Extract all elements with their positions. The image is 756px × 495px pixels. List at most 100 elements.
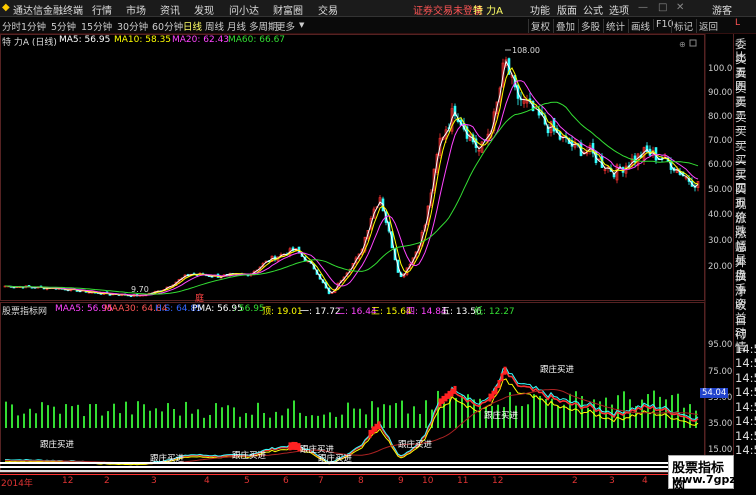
- ind-red-block: [368, 429, 372, 438]
- panel-mode-label: L: [735, 18, 741, 28]
- current-price-tag: 54.04: [700, 388, 729, 398]
- ind-green-bar: [287, 408, 289, 428]
- ind-green-bar: [299, 412, 301, 428]
- ind-green-bar: [173, 408, 175, 428]
- ind-green-bar: [671, 395, 673, 428]
- ind-green-bar: [101, 415, 103, 428]
- ind-green-bar: [23, 413, 25, 428]
- ind-green-bar: [413, 406, 415, 428]
- ind-green-bar: [359, 408, 361, 428]
- ind-green-bar: [209, 414, 211, 428]
- y-tick: 80.00: [708, 112, 733, 122]
- x-tick: 2014年: [1, 479, 33, 489]
- ind-red-block: [453, 385, 457, 394]
- y-tick: 70.00: [708, 136, 733, 146]
- quote-field-label: 14:5: [735, 356, 756, 370]
- ind-green-bar: [167, 403, 169, 428]
- x-tick: 2: [572, 476, 578, 486]
- ind-green-bar: [353, 408, 355, 428]
- quote-field-label: 14:5: [735, 428, 756, 443]
- ind-green-bar: [197, 409, 199, 428]
- ind-green-bar: [293, 400, 295, 428]
- y-tick: 20.00: [708, 262, 733, 272]
- ind-red-block: [491, 390, 495, 399]
- ind-green-bar: [47, 405, 49, 428]
- ind-red-block: [503, 366, 507, 375]
- y-tick: 30.00: [708, 236, 733, 246]
- ind-green-bar: [395, 403, 397, 428]
- bottom-stripe: [0, 470, 705, 472]
- ind-green-bar: [59, 413, 61, 428]
- ind-green-bar: [53, 406, 55, 428]
- ind-green-bar: [11, 404, 13, 428]
- x-tick: 3: [609, 476, 615, 486]
- ind-green-bar: [95, 404, 97, 428]
- quote-field-label: 14:5: [735, 370, 756, 385]
- quote-field-label: 14:5: [735, 399, 756, 414]
- quote-field-label: 14:5: [735, 385, 756, 399]
- quote-panel: L 委比 卖五 卖四 卖三 卖二 卖一 买一 买二 买三 买四 买五 现价 涨跌 涨幅 总量 外盘 换手 净资 收益…: [733, 18, 756, 487]
- ind-green-bar: [161, 411, 163, 428]
- kline-chart[interactable]: 108.009.70⊕跟庄买进跟庄买进 跟庄买进 跟庄买进跟庄买进 跟庄买进跟庄买进跟…: [0, 0, 733, 487]
- ind-green-bar: [221, 407, 223, 428]
- ind-green-bar: [119, 413, 121, 428]
- ind-y-tick: 15.00: [708, 445, 733, 455]
- ind-green-bar: [305, 416, 307, 428]
- ind-y-tick: 35.00: [708, 419, 733, 429]
- ind-green-bar: [341, 414, 343, 428]
- ind-red-block: [377, 421, 381, 430]
- ind-green-bar: [647, 394, 649, 428]
- ind-green-bar: [557, 405, 559, 428]
- buy-signal-label: 跟庄买进: [300, 444, 335, 455]
- ind-green-bar: [329, 412, 331, 428]
- ind-green-bar: [659, 396, 661, 428]
- x-tick: 8: [358, 476, 364, 486]
- ind-green-bar: [65, 404, 67, 428]
- ind-green-bar: [185, 401, 187, 428]
- ind-green-bar: [17, 415, 19, 428]
- ind-red-block: [294, 441, 298, 450]
- y-tick: 60.00: [708, 160, 733, 170]
- bottom-stripe: [0, 462, 705, 464]
- ind-red-block: [441, 395, 445, 404]
- indicator-frame: [0, 302, 705, 473]
- ind-red-block: [494, 386, 498, 395]
- quote-field-label: 14:5: [735, 414, 756, 428]
- chart-close-icon: ⊕: [679, 40, 686, 49]
- ind-green-bar: [143, 404, 145, 428]
- y-tick: 100.0: [708, 64, 733, 74]
- ind-green-bar: [191, 413, 193, 428]
- ind-green-bar: [233, 407, 235, 428]
- y-tick: 40.00: [708, 210, 733, 220]
- ind-green-bar: [365, 414, 367, 428]
- ind-green-bar: [401, 400, 403, 428]
- ind-green-bar: [89, 404, 91, 428]
- watermark: 股票指标网 www.7gpzb.com: [668, 455, 756, 495]
- ind-red-block: [450, 388, 454, 397]
- ind-green-bar: [275, 411, 277, 428]
- ind-green-bar: [683, 407, 685, 428]
- ind-red-block: [488, 393, 492, 402]
- ind-green-bar: [383, 404, 385, 428]
- x-tick: 9: [398, 476, 404, 486]
- ind-green-bar: [227, 405, 229, 428]
- ind-green-bar: [455, 397, 457, 428]
- ind-green-bar: [419, 413, 421, 428]
- ma20-line: [5, 80, 699, 296]
- ind-green-bar: [281, 415, 283, 428]
- ind-green-bar: [581, 396, 583, 428]
- buy-signal-label: 跟庄买进: [232, 450, 267, 461]
- ind-green-bar: [317, 415, 319, 428]
- ind-green-bar: [155, 408, 157, 428]
- ind-green-bar: [407, 413, 409, 428]
- ind-green-bar: [323, 414, 325, 428]
- main-chart-frame: [0, 34, 705, 301]
- ind-green-bar: [131, 414, 133, 428]
- ind-red-block: [438, 398, 442, 407]
- quote-field-label: 14:5: [735, 341, 756, 356]
- ind-green-bar: [29, 408, 31, 428]
- x-tick: 5: [244, 476, 250, 486]
- ind-green-bar: [335, 416, 337, 428]
- ma60-line: [5, 101, 699, 295]
- ind-green-bar: [245, 413, 247, 428]
